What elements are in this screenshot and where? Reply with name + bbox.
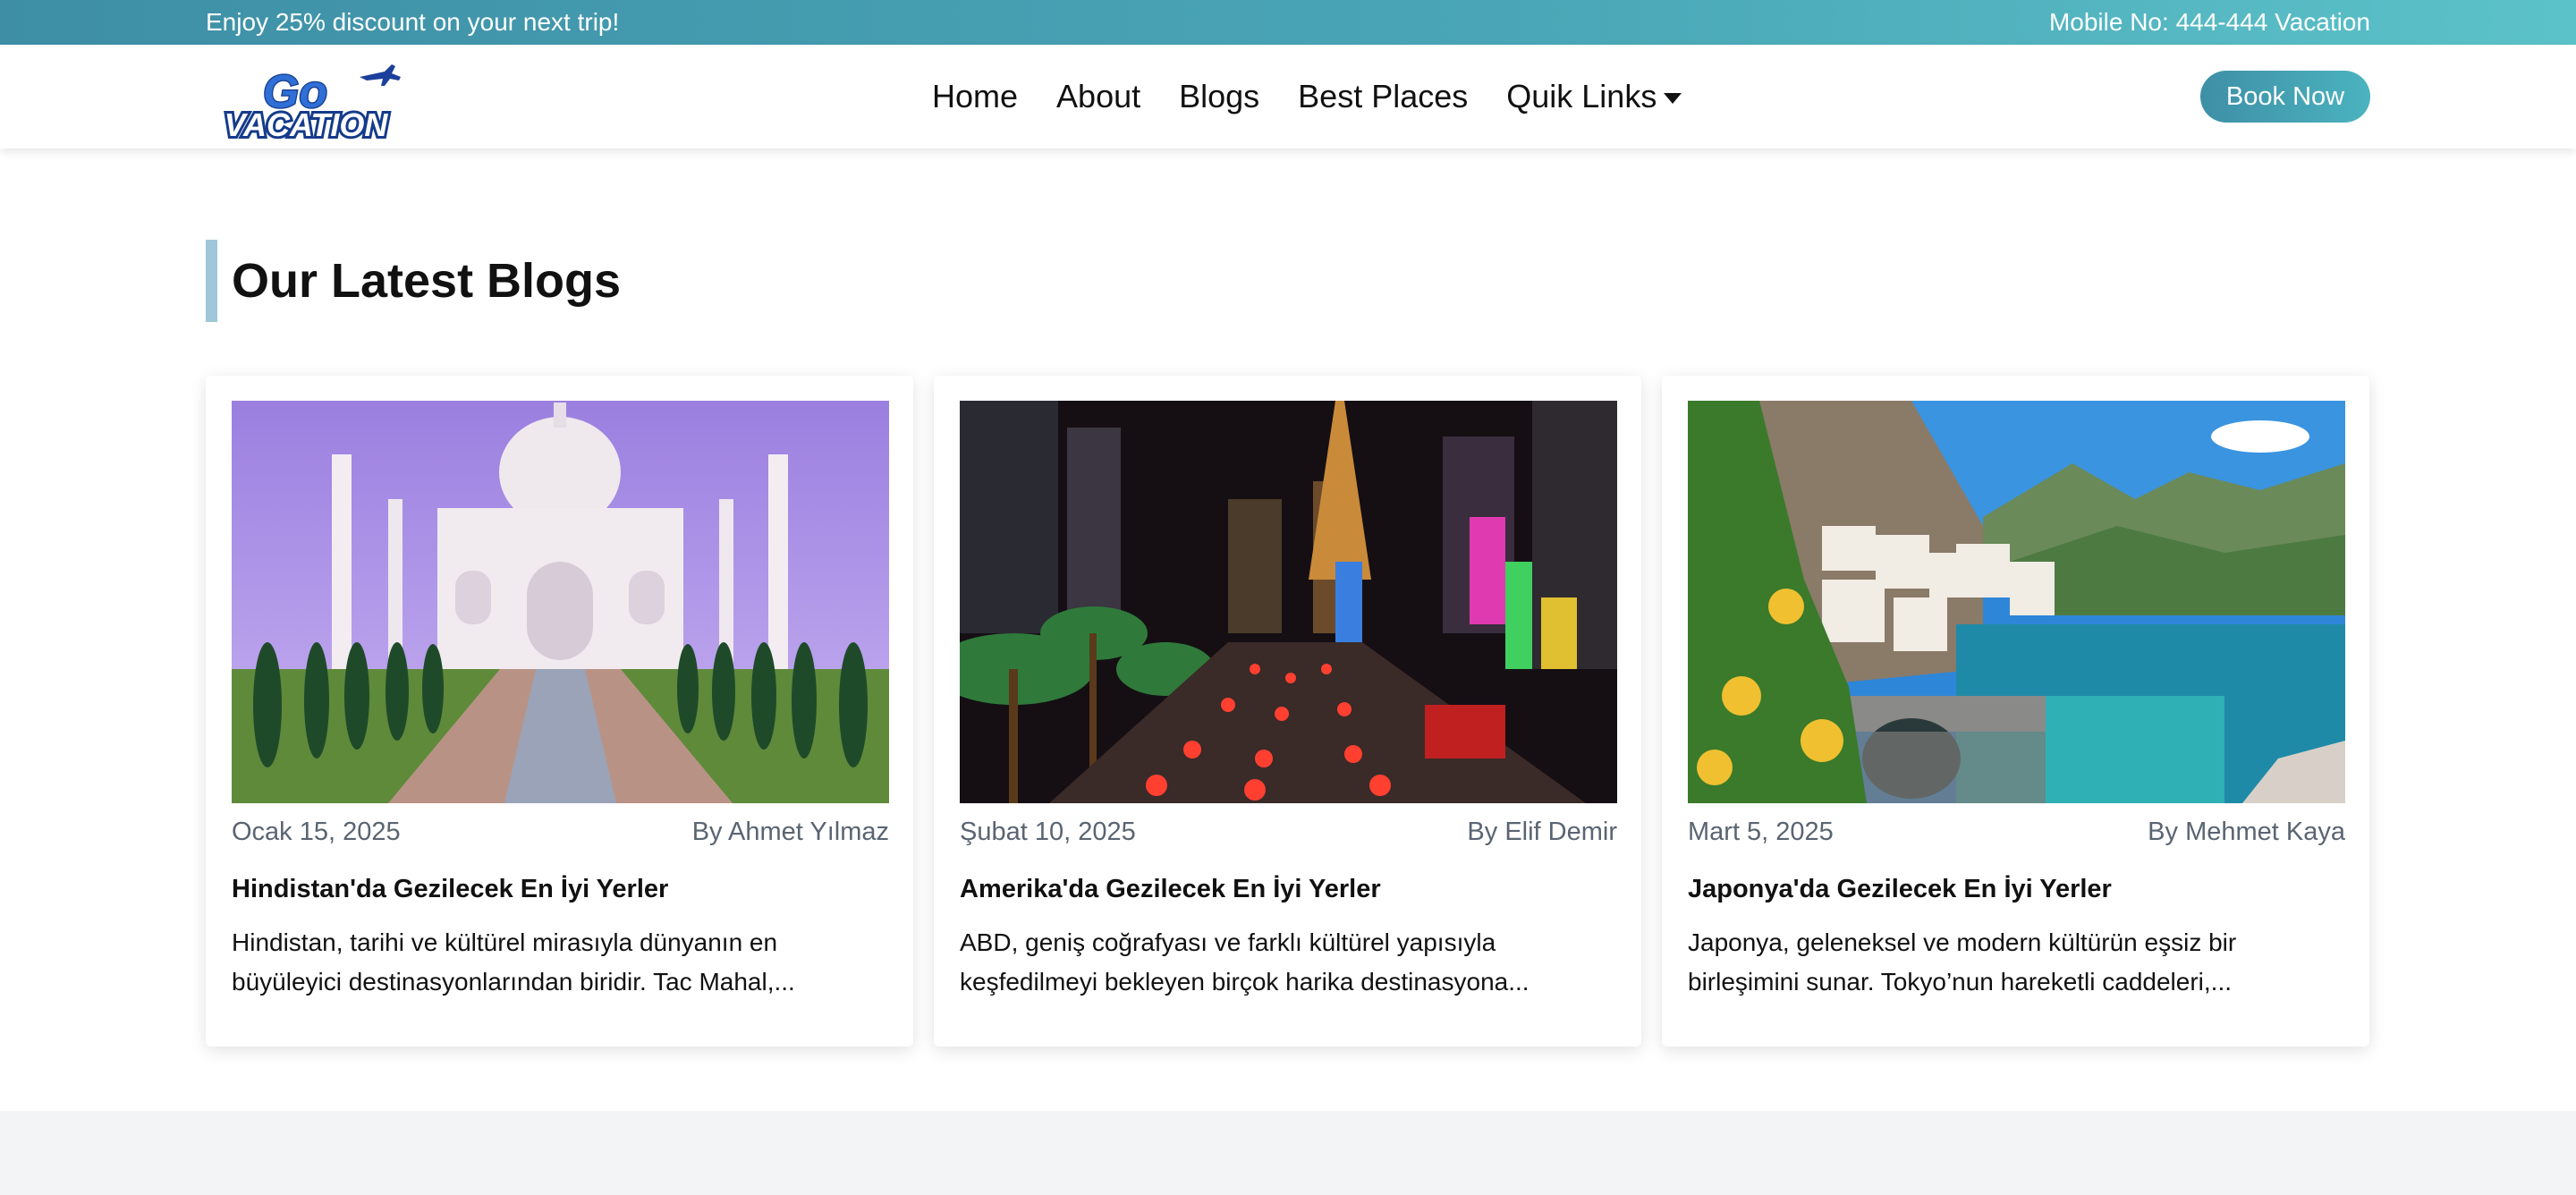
logo-vacation-text: VACATION [225, 106, 389, 141]
nav-best-places[interactable]: Best Places [1298, 78, 1468, 115]
blog-author: By Ahmet Yılmaz [691, 818, 889, 846]
nav-blogs[interactable]: Blogs [1179, 78, 1259, 115]
blog-excerpt: ABD, geniş coğrafyası ve farklı kültürel… [960, 928, 1530, 996]
blogs-section-header: Our Latest Blogs [206, 240, 621, 322]
main-nav: Home About Blogs Best Places Quik Links [932, 45, 1720, 148]
nav-about[interactable]: About [1056, 78, 1140, 115]
phone-text: Mobile No: 444-444 Vacation [2048, 8, 2370, 36]
promo-bar: Enjoy 25% discount on your next trip! Mo… [0, 0, 2576, 45]
blog-title[interactable]: Japonya'da Gezilecek En İyi Yerler [1688, 875, 2345, 904]
site-header: Go VACATION Home About Blogs Best Places… [0, 45, 2576, 148]
blog-excerpt: Hindistan, tarihi ve kültürel mirasıyla … [232, 928, 795, 996]
blog-meta: Şubat 10, 2025 By Elif Demir [960, 818, 1617, 847]
blog-excerpt: Japonya, geleneksel ve modern kültürün e… [1688, 928, 2237, 996]
section-title: Our Latest Blogs [232, 254, 622, 308]
blog-card[interactable]: Ocak 15, 2025 By Ahmet Yılmaz Hindistan'… [206, 376, 913, 1047]
blog-card[interactable]: Şubat 10, 2025 By Elif Demir Amerika'da … [934, 376, 1641, 1047]
blog-card-list: Ocak 15, 2025 By Ahmet Yılmaz Hindistan'… [206, 376, 2369, 1047]
blog-card[interactable]: Mart 5, 2025 By Mehmet Kaya Japonya'da G… [1662, 376, 2369, 1047]
title-accent-bar [206, 240, 217, 322]
blog-meta: Mart 5, 2025 By Mehmet Kaya [1688, 818, 2345, 847]
blog-date: Mart 5, 2025 [1688, 818, 1834, 846]
blog-image-taj-mahal[interactable] [232, 401, 889, 803]
blog-date: Ocak 15, 2025 [232, 818, 401, 846]
brand-logo[interactable]: Go VACATION [209, 52, 408, 146]
blog-title[interactable]: Amerika'da Gezilecek En İyi Yerler [960, 875, 1617, 904]
blog-date: Şubat 10, 2025 [960, 818, 1136, 846]
nav-quik-links[interactable]: Quik Links [1506, 78, 1682, 115]
nav-quik-links-label: Quik Links [1506, 78, 1657, 114]
blog-title[interactable]: Hindistan'da Gezilecek En İyi Yerler [232, 875, 889, 904]
blog-author: By Mehmet Kaya [2148, 818, 2345, 846]
blog-image-las-vegas[interactable] [960, 401, 1617, 803]
caret-down-icon [1664, 93, 1682, 104]
book-now-button[interactable]: Book Now [2200, 71, 2370, 123]
blog-author: By Elif Demir [1467, 818, 1617, 846]
logo-graphic: Go VACATION [222, 64, 401, 146]
promo-text: Enjoy 25% discount on your next trip! [206, 8, 620, 36]
nav-home[interactable]: Home [932, 78, 1018, 115]
blog-meta: Ocak 15, 2025 By Ahmet Yılmaz [232, 818, 889, 847]
blog-image-coastal-town[interactable] [1688, 401, 2345, 803]
footer-strip [0, 1111, 2576, 1195]
